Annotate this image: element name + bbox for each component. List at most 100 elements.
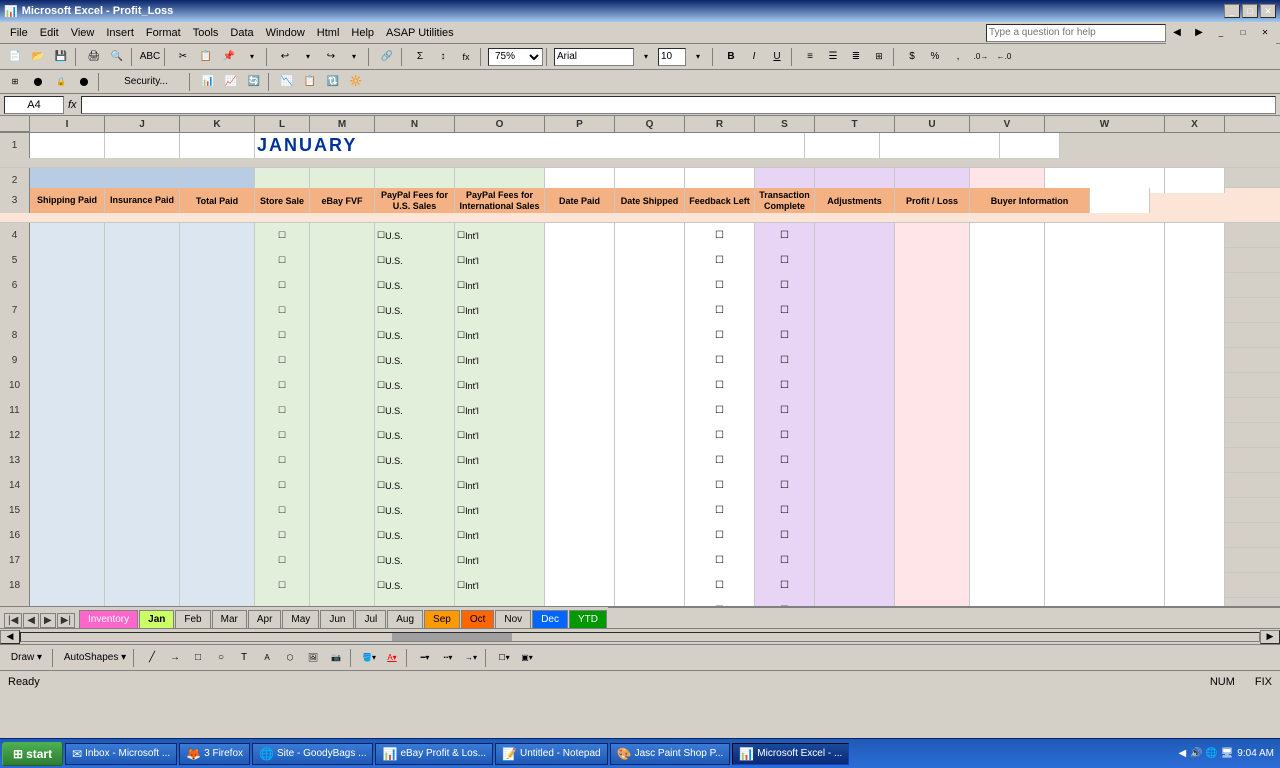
cell-w14[interactable] <box>1045 473 1165 498</box>
menu-view[interactable]: View <box>65 25 101 41</box>
cell-k9[interactable] <box>180 348 255 373</box>
checkbox-store[interactable]: ☐ <box>278 555 286 566</box>
cell-t12[interactable] <box>815 423 895 448</box>
dec-decrease[interactable]: ←.0 <box>993 46 1015 68</box>
new-btn[interactable]: 📄 <box>4 46 26 68</box>
cell-i18[interactable] <box>30 573 105 598</box>
checkbox-us[interactable]: ☐ <box>377 255 385 266</box>
cell-x11[interactable] <box>1165 398 1225 423</box>
cell-t10[interactable] <box>815 373 895 398</box>
cell-m12[interactable] <box>310 423 375 448</box>
checkbox-store[interactable]: ☐ <box>278 580 286 591</box>
save-btn[interactable]: 💾 <box>50 46 72 68</box>
cell-k12[interactable] <box>180 423 255 448</box>
scroll-track[interactable] <box>20 632 1260 642</box>
cell-p18[interactable] <box>545 573 615 598</box>
cell-m11[interactable] <box>310 398 375 423</box>
checkbox-intl[interactable]: ☐ <box>457 555 465 566</box>
font-drop[interactable]: ▾ <box>635 46 657 68</box>
cell-v5[interactable] <box>970 248 1045 273</box>
cell-t5[interactable] <box>815 248 895 273</box>
checkbox-intl[interactable]: ☐ <box>457 580 465 591</box>
italic-btn[interactable]: I <box>743 46 765 68</box>
cell-o16[interactable]: ☐ Int'l <box>455 523 545 548</box>
tab-jan[interactable]: Jan <box>139 610 174 628</box>
toolbar2-btn3[interactable]: 🔒 <box>50 71 72 93</box>
cell-i14[interactable] <box>30 473 105 498</box>
cell-u14[interactable] <box>895 473 970 498</box>
cell-s17[interactable]: ☐ <box>755 548 815 573</box>
checkbox-intl[interactable]: ☐ <box>457 455 465 466</box>
cell-x4[interactable] <box>1165 223 1225 248</box>
checkbox-us[interactable]: ☐ <box>377 330 385 341</box>
cell-s11[interactable]: ☐ <box>755 398 815 423</box>
cell-w11[interactable] <box>1045 398 1165 423</box>
cell-i13[interactable] <box>30 448 105 473</box>
cell-x6[interactable] <box>1165 273 1225 298</box>
tab-mar[interactable]: Mar <box>212 610 247 628</box>
checkbox-intl[interactable]: ☐ <box>457 405 465 416</box>
cell-v18[interactable] <box>970 573 1045 598</box>
tab-ytd[interactable]: YTD <box>569 610 607 628</box>
cell-l7[interactable]: ☐ <box>255 298 310 323</box>
cell-o6[interactable]: ☐ Int'l <box>455 273 545 298</box>
help-arrow[interactable]: ◀ <box>1166 22 1188 44</box>
checkbox-intl[interactable]: ☐ <box>457 430 465 441</box>
cell-v4[interactable] <box>970 223 1045 248</box>
checkbox-us[interactable]: ☐ <box>377 580 385 591</box>
col-l[interactable]: L <box>255 116 310 132</box>
checkbox-intl[interactable]: ☐ <box>457 305 465 316</box>
cell-u16[interactable] <box>895 523 970 548</box>
checkbox-feedback[interactable]: ☐ <box>715 405 724 416</box>
merge-center[interactable]: ⊞ <box>868 46 890 68</box>
header-store[interactable]: Store Sale <box>255 188 310 213</box>
cell-p15[interactable] <box>545 498 615 523</box>
taskbar-ebay[interactable]: 📊 eBay Profit & Los... <box>375 743 493 765</box>
checkbox-feedback[interactable]: ☐ <box>715 605 724 606</box>
font-name[interactable] <box>554 48 634 66</box>
cell-n15[interactable]: ☐ U.S. <box>375 498 455 523</box>
cell-j14[interactable] <box>105 473 180 498</box>
tab-feb[interactable]: Feb <box>175 610 210 628</box>
cell-u10[interactable] <box>895 373 970 398</box>
cell-k14[interactable] <box>180 473 255 498</box>
cell-o7[interactable]: ☐ Int'l <box>455 298 545 323</box>
checkbox-store[interactable]: ☐ <box>278 280 286 291</box>
window-close[interactable]: ✕ <box>1254 22 1276 44</box>
oval-tool[interactable]: ○ <box>210 647 232 669</box>
checkbox-transaction[interactable]: ☐ <box>780 555 789 566</box>
checkbox-us[interactable]: ☐ <box>377 280 385 291</box>
tb2-b5[interactable]: 📋 <box>299 71 321 93</box>
cell-j4[interactable] <box>105 223 180 248</box>
checkbox-intl[interactable]: ☐ <box>457 355 465 366</box>
toolbar2-btn4[interactable]: ⬤ <box>73 71 95 93</box>
tab-apr[interactable]: Apr <box>248 610 282 628</box>
col-o[interactable]: O <box>455 116 545 132</box>
col-s[interactable]: S <box>755 116 815 132</box>
cell-j1[interactable] <box>105 133 180 158</box>
checkbox-us[interactable]: ☐ <box>377 555 385 566</box>
checkbox-us[interactable]: ☐ <box>377 380 385 391</box>
cell-r11[interactable]: ☐ <box>685 398 755 423</box>
checkbox-store[interactable]: ☐ <box>278 455 286 466</box>
cell-j18[interactable] <box>105 573 180 598</box>
cell-m19[interactable] <box>310 598 375 606</box>
checkbox-transaction[interactable]: ☐ <box>780 455 789 466</box>
menu-window[interactable]: Window <box>260 25 311 41</box>
cell-v1[interactable] <box>805 133 880 158</box>
cell-i7[interactable] <box>30 298 105 323</box>
cell-l15[interactable]: ☐ <box>255 498 310 523</box>
checkbox-feedback[interactable]: ☐ <box>715 430 724 441</box>
tab-inventory[interactable]: Inventory <box>79 610 138 628</box>
checkbox-store[interactable]: ☐ <box>278 405 286 416</box>
checkbox-intl[interactable]: ☐ <box>457 530 465 541</box>
header-paypal-us[interactable]: PayPal Fees for U.S. Sales <box>375 188 455 213</box>
cell-m10[interactable] <box>310 373 375 398</box>
cell-n8[interactable]: ☐ U.S. <box>375 323 455 348</box>
checkbox-store[interactable]: ☐ <box>278 430 286 441</box>
cell-m18[interactable] <box>310 573 375 598</box>
checkbox-transaction[interactable]: ☐ <box>780 280 789 291</box>
cell-p5[interactable] <box>545 248 615 273</box>
taskbar-notepad[interactable]: 📝 Untitled - Notepad <box>495 743 608 765</box>
checkbox-transaction[interactable]: ☐ <box>780 580 789 591</box>
